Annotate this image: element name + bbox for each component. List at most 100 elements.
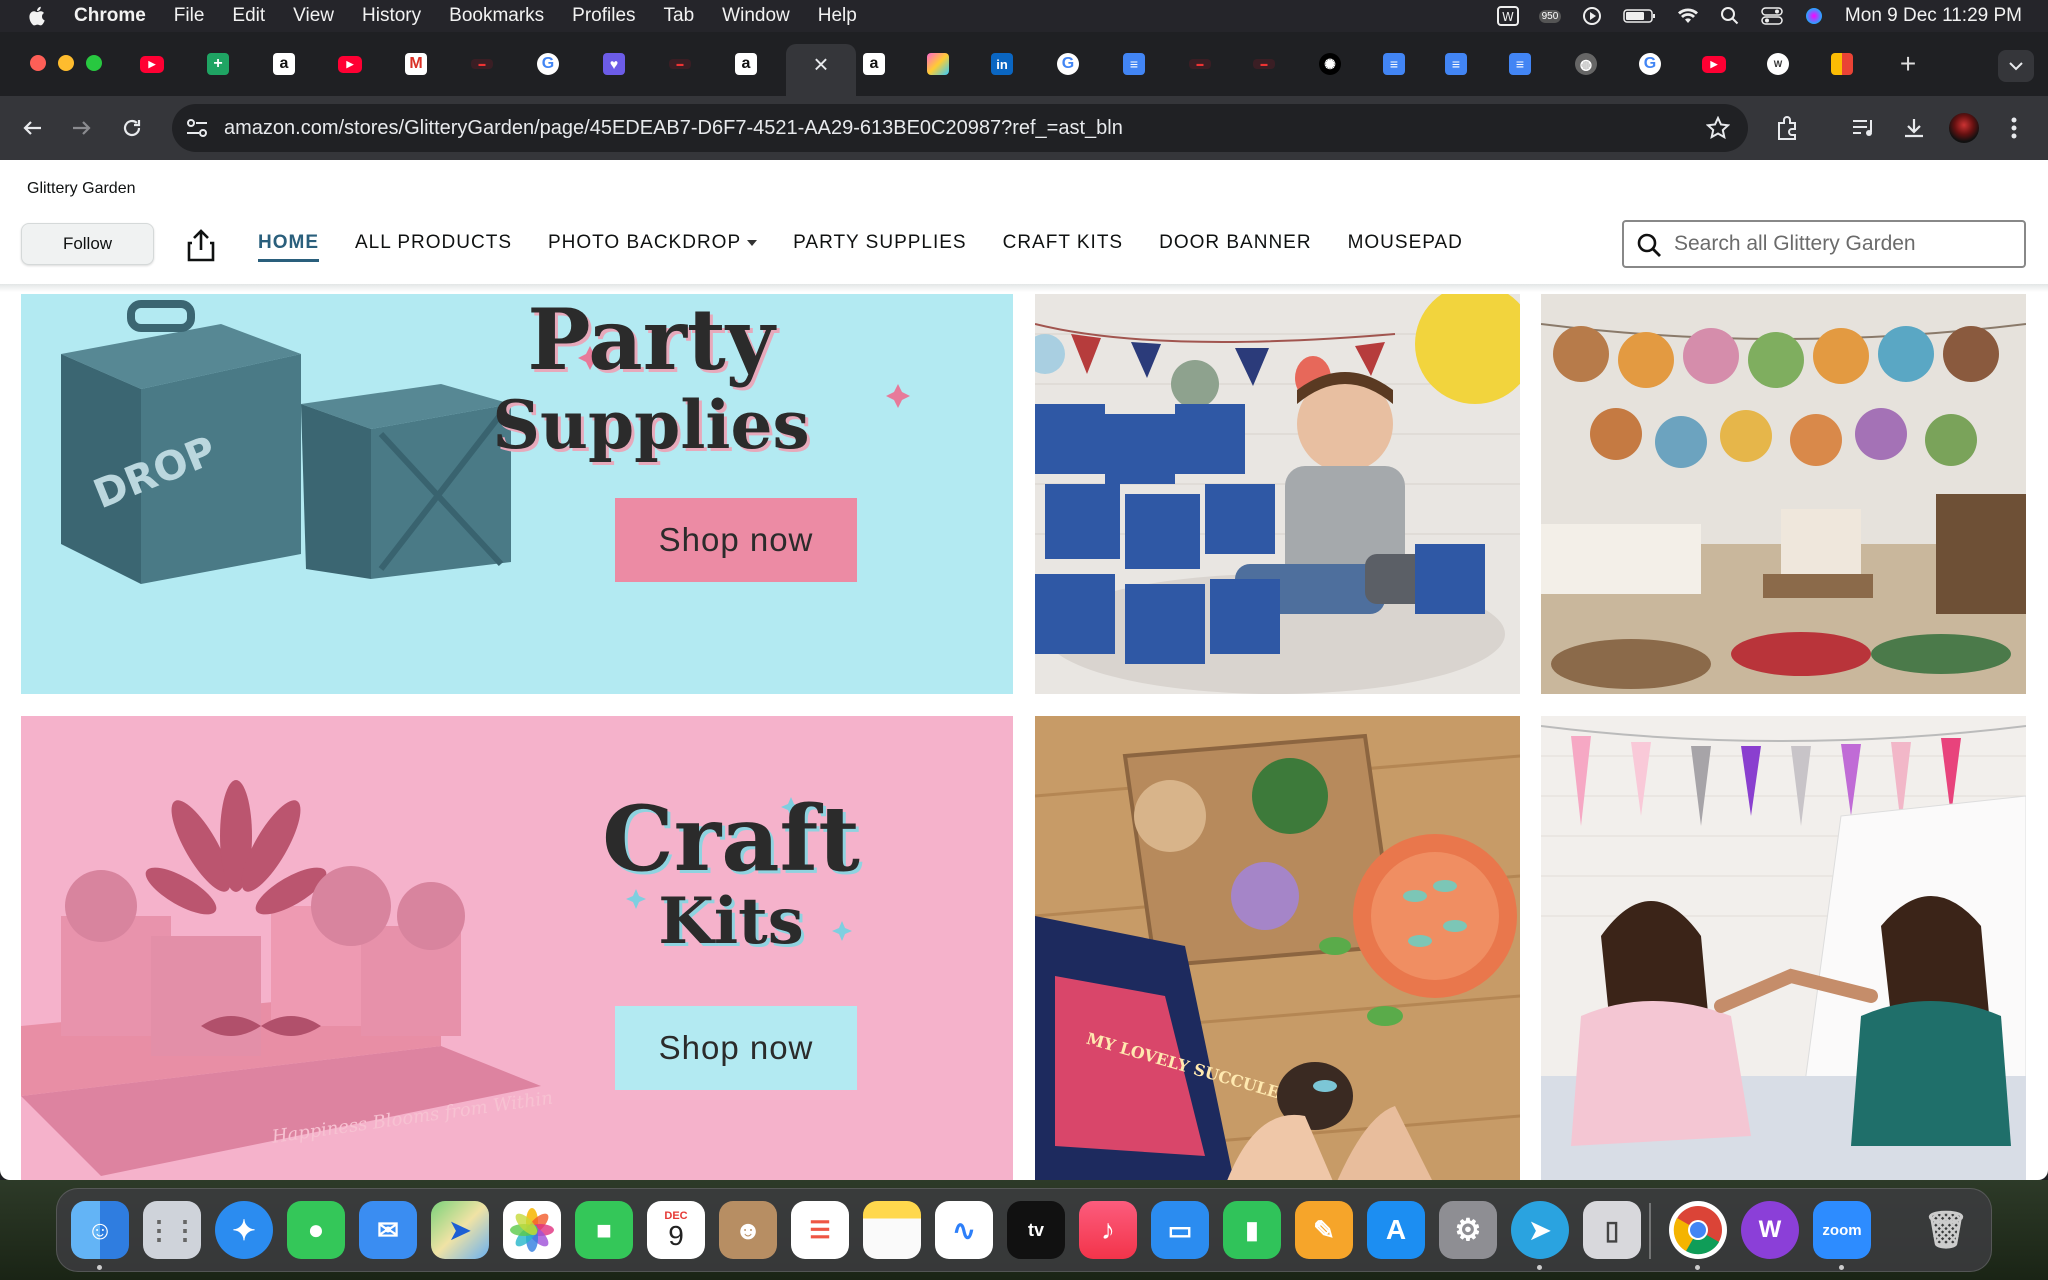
iphone-mirroring-icon[interactable]: ▯ [1583, 1201, 1641, 1259]
profile-avatar-button[interactable] [1948, 112, 1980, 144]
tab-linkedin[interactable]: in [972, 46, 1032, 82]
apple-logo-icon[interactable] [28, 5, 48, 27]
music-icon[interactable]: ♪ [1079, 1201, 1137, 1259]
tab-amazon[interactable]: a [254, 46, 314, 82]
tab-site-3[interactable]: ▬ [1170, 46, 1230, 82]
window-zoom-button[interactable] [86, 55, 102, 71]
tab-colorful-site[interactable] [908, 46, 968, 82]
control-center-icon[interactable] [1761, 6, 1783, 26]
new-tab-button[interactable]: + [1890, 46, 1926, 82]
nav-craft-kits[interactable]: CRAFT KITS [1003, 226, 1124, 260]
reminders-icon[interactable]: ☰ [791, 1201, 849, 1259]
downloads-button[interactable] [1898, 112, 1930, 144]
tab-docs[interactable]: ≡ [1104, 46, 1164, 82]
share-icon[interactable] [186, 228, 216, 262]
tab-amazon-2[interactable]: a [716, 46, 776, 82]
site-info-icon[interactable] [186, 118, 208, 138]
menu-view[interactable]: View [293, 5, 334, 27]
chrome-icon[interactable] [1669, 1201, 1727, 1259]
menu-edit[interactable]: Edit [232, 5, 265, 27]
tab-gmail[interactable]: M [386, 46, 446, 82]
tab-sheets[interactable]: + [188, 46, 248, 82]
nav-home[interactable]: HOME [258, 226, 319, 262]
tab-youtube-3[interactable]: ▶ [1684, 46, 1744, 82]
system-settings-icon[interactable]: ⚙ [1439, 1201, 1497, 1259]
search-icon[interactable] [1636, 232, 1664, 260]
party-shop-now-button[interactable]: Shop now [615, 498, 857, 582]
craft-shop-now-button[interactable]: Shop now [615, 1006, 857, 1090]
spotlight-search-icon[interactable] [1719, 6, 1741, 26]
tab-search-button[interactable] [1998, 50, 2034, 82]
maps-icon[interactable]: ➤ [431, 1201, 489, 1259]
tab-google-3[interactable]: G [1620, 46, 1680, 82]
window-close-button[interactable] [30, 55, 46, 71]
play-circle-icon[interactable] [1581, 6, 1603, 26]
notification-badge-icon[interactable]: 950 [1538, 6, 1562, 26]
siri-icon[interactable] [1803, 6, 1825, 26]
tab-docs-2[interactable]: ≡ [1364, 46, 1424, 82]
tab-amazon-3[interactable]: a [844, 46, 904, 82]
nav-door-banner[interactable]: DOOR BANNER [1159, 226, 1311, 260]
tab-heart-app[interactable]: ♥ [584, 46, 644, 82]
facetime-icon[interactable]: ■ [575, 1201, 633, 1259]
pages-icon[interactable]: ✎ [1295, 1201, 1353, 1259]
nav-mousepad[interactable]: MOUSEPAD [1348, 226, 1463, 260]
party-supplies-banner[interactable]: DROP Party Supplies Shop now [21, 294, 1013, 694]
menu-file[interactable]: File [174, 5, 205, 27]
tab-youtube[interactable]: ▶ [122, 46, 182, 82]
nav-all-products[interactable]: ALL PRODUCTS [355, 226, 512, 260]
extensions-button[interactable] [1772, 112, 1804, 144]
photos-icon[interactable] [503, 1201, 561, 1259]
trash-icon[interactable]: 🗑 [1917, 1201, 1975, 1259]
url-text[interactable]: amazon.com/stores/GlitteryGarden/page/45… [224, 104, 1123, 152]
menubar-clock[interactable]: Mon 9 Dec 11:29 PM [1845, 5, 2022, 27]
menu-app-name[interactable]: Chrome [74, 5, 146, 27]
reload-button[interactable] [116, 112, 148, 144]
tab-site-4[interactable]: ▬ [1234, 46, 1294, 82]
tab-chatgpt[interactable]: ✺ [1300, 46, 1360, 82]
close-tab-icon[interactable]: × [813, 49, 828, 80]
store-search-input[interactable] [1674, 228, 2014, 260]
bookmark-star-icon[interactable] [1706, 116, 1730, 140]
apple-tv-icon[interactable]: tv [1007, 1201, 1065, 1259]
chrome-menu-button[interactable] [1998, 112, 2030, 144]
store-search-box[interactable] [1622, 220, 2026, 268]
mail-icon[interactable]: ✉ [359, 1201, 417, 1259]
tab-docs-3[interactable]: ≡ [1426, 46, 1486, 82]
notes-icon[interactable] [863, 1201, 921, 1259]
nav-party-supplies[interactable]: PARTY SUPPLIES [793, 226, 966, 260]
tab-slides[interactable] [1812, 46, 1872, 82]
photo-boy-with-crates[interactable] [1035, 294, 1520, 694]
calendar-icon[interactable]: DEC 9 [647, 1201, 705, 1259]
messages-icon[interactable]: ● [287, 1201, 345, 1259]
finder-icon[interactable]: ☺ [71, 1201, 129, 1259]
app-store-icon[interactable]: A [1367, 1201, 1425, 1259]
contacts-icon[interactable]: ☻ [719, 1201, 777, 1259]
zoom-icon[interactable]: zoom [1813, 1201, 1871, 1259]
menu-help[interactable]: Help [818, 5, 857, 27]
word-extension-icon[interactable]: W [1496, 6, 1519, 26]
photo-woodland-party-table[interactable] [1541, 294, 2026, 694]
menu-window[interactable]: Window [722, 5, 790, 27]
launchpad-icon[interactable]: ⋮⋮ [143, 1201, 201, 1259]
forward-button[interactable] [66, 112, 98, 144]
battery-icon[interactable] [1623, 6, 1657, 26]
menu-bookmarks[interactable]: Bookmarks [449, 5, 544, 27]
craft-kits-banner[interactable]: Happiness Blooms from Within Craft Kits … [21, 716, 1013, 1180]
menu-history[interactable]: History [362, 5, 421, 27]
back-button[interactable] [16, 112, 48, 144]
numbers-icon[interactable]: ▮ [1223, 1201, 1281, 1259]
window-minimize-button[interactable] [58, 55, 74, 71]
follow-button[interactable]: Follow [21, 223, 154, 265]
photo-girls-in-tent[interactable] [1541, 716, 2026, 1180]
safari-icon[interactable]: ✦ [215, 1201, 273, 1259]
photo-succulent-craft-kit[interactable]: MY LOVELY SUCCULENTS [1035, 716, 1520, 1180]
tab-site[interactable]: ▬ [452, 46, 512, 82]
menu-tab[interactable]: Tab [664, 5, 695, 27]
address-bar[interactable]: amazon.com/stores/GlitteryGarden/page/45… [172, 104, 1748, 152]
media-controls-button[interactable] [1848, 112, 1880, 144]
tab-youtube-2[interactable]: ▶ [320, 46, 380, 82]
wifi-icon[interactable] [1677, 6, 1699, 26]
keynote-icon[interactable]: ▭ [1151, 1201, 1209, 1259]
telegram-icon[interactable]: ➤ [1511, 1201, 1569, 1259]
